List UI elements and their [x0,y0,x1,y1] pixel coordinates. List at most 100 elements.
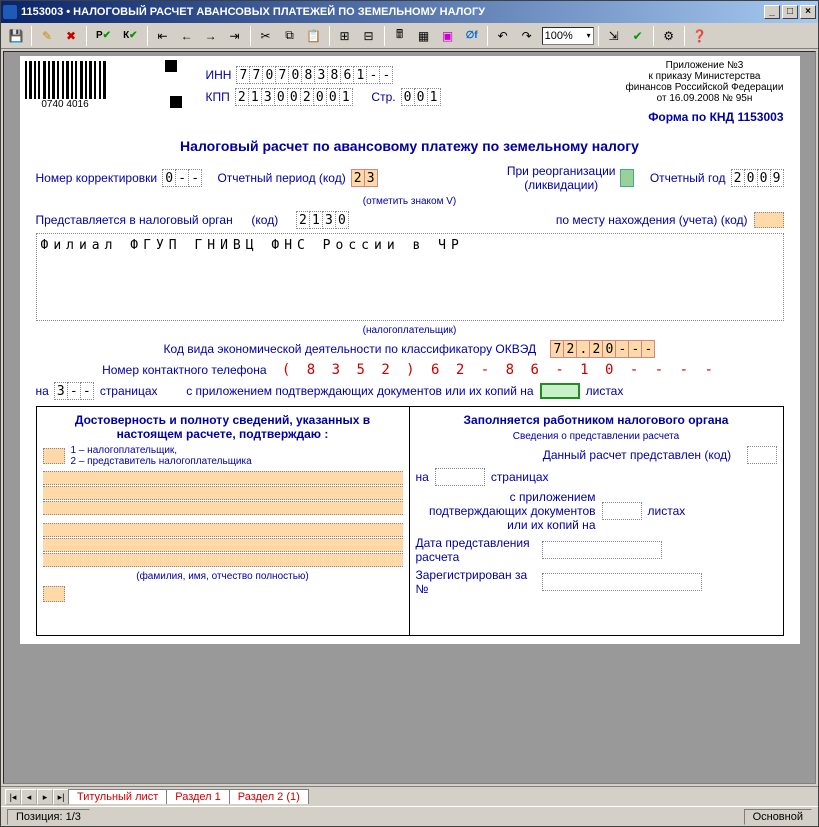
sheet-tabs: |◂ ◂ ▸ ▸| Титульный лист Раздел 1 Раздел… [1,786,818,806]
close-button[interactable]: × [800,5,816,19]
pages-word: страницах [100,384,158,398]
window-title: 1153003 • НАЛОГОВЫЙ РАСЧЕТ АВАНСОВЫХ ПЛА… [21,6,485,18]
kod-label: (код) [251,213,278,227]
marker-square-2 [170,96,182,108]
content-area: 0740 4016 Приложение №3 к приказу Минист… [3,51,816,784]
tab-next[interactable]: ▸ [37,789,53,805]
corr-label: Номер корректировки [36,171,158,185]
okved-cells[interactable]: 72.20--- [551,340,655,358]
pred-label: Представляется в налоговый орган [36,213,233,227]
r-sheets: листах [648,504,686,518]
delete-icon[interactable]: ✖ [60,25,82,47]
save-icon[interactable]: 💾 [5,25,27,47]
r-pages-cells [435,468,485,486]
redo-icon[interactable]: ↷ [516,25,538,47]
na-label: на [36,384,49,398]
reorg-check[interactable] [621,169,634,187]
r-button[interactable]: Р✔ [91,25,116,47]
tab-title-sheet[interactable]: Титульный лист [68,789,167,804]
period-label: Отчетный период (код) [217,171,345,185]
mark-v: (отметить знаком V) [363,196,456,207]
color-icon[interactable]: ▣ [437,25,459,47]
mesto-label: по месту нахождения (учета) (код) [556,213,748,227]
mesto-cells[interactable] [754,212,784,228]
name-line[interactable] [43,523,403,537]
tab-section2[interactable]: Раздел 2 (1) [229,789,309,804]
okved-label: Код вида экономической деятельности по к… [164,342,537,356]
name-line[interactable] [43,501,403,515]
first-icon[interactable]: ⇤ [152,25,174,47]
r-attach-label: с приложением подтверждающих документов … [416,490,596,532]
copy-icon[interactable]: ⧉ [279,25,301,47]
name-line[interactable] [43,471,403,485]
extra-box[interactable] [43,586,65,602]
settings-icon[interactable]: ⚙ [658,25,680,47]
taxpayer-name[interactable]: Филиал ФГУП ГНИВЦ ФНС России в ЧР [36,233,784,321]
pages-cells[interactable]: 3-- [55,382,94,400]
rna: на [416,470,429,484]
form-page: 0740 4016 Приложение №3 к приказу Минист… [20,56,800,644]
period-cells[interactable]: 23 [352,169,378,187]
collapse-icon[interactable]: ⊟ [358,25,380,47]
dt-kod-cells [747,446,777,464]
signer-type[interactable] [43,448,65,464]
confirm-heading: Достоверность и полноту сведений, указан… [43,413,403,441]
appendix-note: Приложение №3 к приказу Министерства фин… [620,60,790,104]
phone-label: Номер контактного телефона [102,363,266,377]
help-icon[interactable]: ❓ [689,25,711,47]
prev-icon[interactable]: ← [176,25,198,47]
tree-icon[interactable]: ⊞ [334,25,356,47]
phone-value[interactable]: ( 8 3 5 2 ) 6 2 - 8 6 - 1 0 - - - - [282,362,717,378]
inn-cells[interactable]: 7707083861-- [237,66,393,84]
attach-label: с приложением подтверждающих документов … [186,384,533,398]
inn-label: ИНН [206,68,232,82]
sheets-word: листах [586,384,624,398]
zoom-select[interactable]: 100%▾ [542,27,594,45]
export-icon[interactable]: ⇲ [603,25,625,47]
page-cells: 001 [402,88,441,106]
tab-prev[interactable]: ◂ [21,789,37,805]
name-line[interactable] [43,553,403,567]
grid-icon[interactable]: ▦ [413,25,435,47]
right-heading: Заполняется работником налогового органа [416,413,777,427]
reorg-label: При реорганизации (ликвидации) [507,164,616,192]
paste-icon[interactable]: 📋 [303,25,325,47]
tool-icon[interactable]: ✎ [36,25,58,47]
year-cells[interactable]: 2009 [732,169,784,187]
tab-last[interactable]: ▸| [53,789,69,805]
r-attach-cells [602,502,642,520]
attach-cells[interactable] [540,383,580,399]
mode-status: Основной [744,809,812,825]
dt-kod-label: Данный расчет представлен (код) [543,448,731,462]
minimize-button[interactable]: _ [764,5,780,19]
main-title: Налоговый расчет по авансовому платежу п… [36,138,784,154]
barcode-number: 0740 4016 [41,99,88,110]
calc-icon[interactable]: 🖩 [389,25,411,47]
corr-cells[interactable]: 0-- [163,169,202,187]
check-icon[interactable]: ✔ [627,25,649,47]
barcode: 0740 4016 [25,61,106,110]
date-pred-cells [542,541,662,559]
format-icon[interactable]: ∅f [461,25,483,47]
last-icon[interactable]: ⇥ [224,25,246,47]
kpp-label: КПП [206,90,230,104]
organ-cells[interactable]: 2130 [297,211,349,229]
date-pred-label: Дата представления расчета [416,536,536,564]
name-line[interactable] [43,486,403,500]
opt2: 2 – представитель налогоплательщика [71,456,252,467]
taxpayer-note: (налогоплательщик) [36,325,784,336]
name-line[interactable] [43,538,403,552]
page-label: Стр. [371,90,395,104]
tab-first[interactable]: |◂ [5,789,21,805]
cut-icon[interactable]: ✂ [255,25,277,47]
k-button[interactable]: К✔ [118,25,143,47]
toolbar: 💾 ✎ ✖ Р✔ К✔ ⇤ ← → ⇥ ✂ ⧉ 📋 ⊞ ⊟ 🖩 ▦ ▣ ∅f ↶… [1,23,818,49]
titlebar: 1153003 • НАЛОГОВЫЙ РАСЧЕТ АВАНСОВЫХ ПЛА… [1,1,818,23]
kpp-cells[interactable]: 213002001 [236,88,353,106]
rpages: страницах [491,470,549,484]
tab-section1[interactable]: Раздел 1 [166,789,230,804]
next-icon[interactable]: → [200,25,222,47]
reg-no-label: Зарегистрирован за № [416,568,536,596]
maximize-button[interactable]: □ [782,5,798,19]
undo-icon[interactable]: ↶ [492,25,514,47]
